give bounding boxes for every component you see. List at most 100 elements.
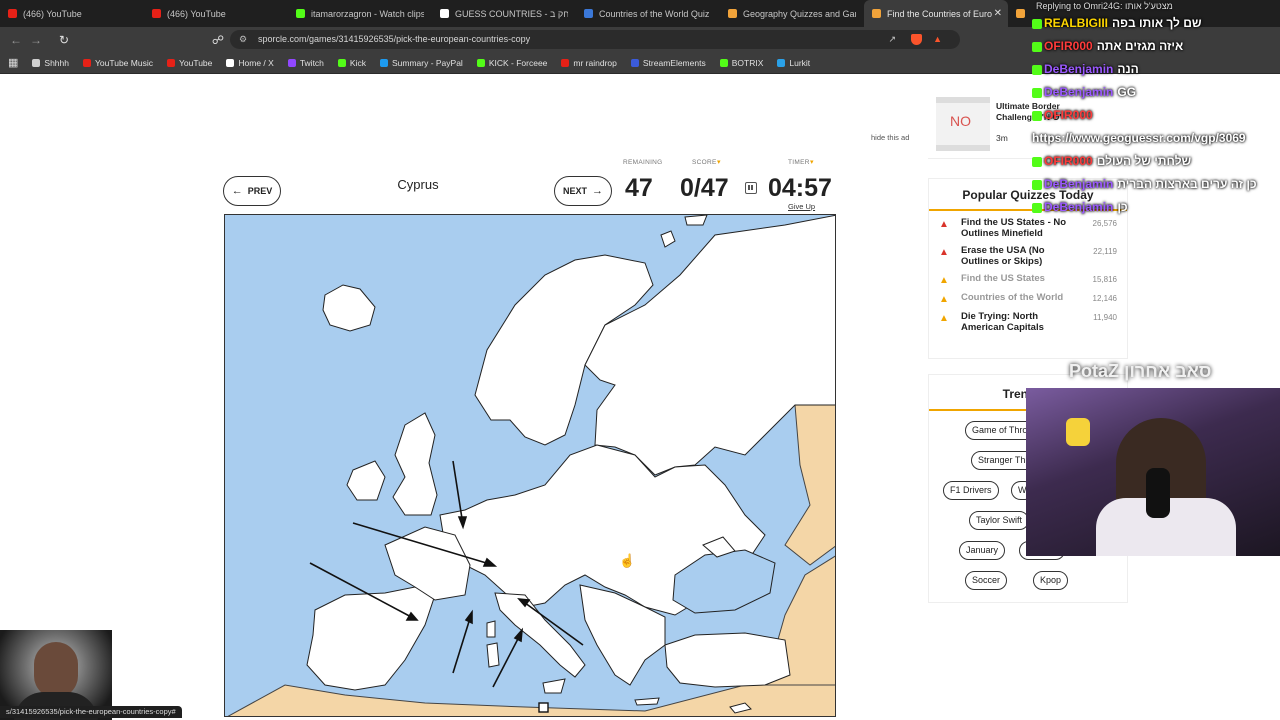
bookmark-item[interactable]: Summary - PayPal	[379, 57, 463, 68]
iberian-peninsula[interactable]	[306, 586, 436, 691]
prev-button[interactable]: ← PREV	[223, 176, 281, 206]
browser-tab[interactable]: Countries of the World Quiz	[576, 0, 720, 27]
popular-quiz-item[interactable]: ▲ Erase the USA (No Outlines or Skips) 22,…	[929, 245, 1127, 267]
bookmark-star-icon[interactable]: ☍	[208, 33, 228, 47]
webcam-feed	[1026, 388, 1280, 556]
chat-text: איזה מגזים אתה	[1096, 39, 1184, 53]
plush-toy-icon	[1066, 418, 1090, 446]
brave-rewards-icon[interactable]: ▲	[933, 30, 942, 49]
bookmark-icon	[287, 58, 296, 67]
great-britain[interactable]	[392, 412, 438, 516]
bookmark-item[interactable]: Twitch	[287, 58, 324, 68]
apps-grid-icon[interactable]: ▦	[8, 56, 18, 69]
sardinia[interactable]	[486, 642, 500, 668]
next-label: NEXT	[562, 186, 587, 196]
chat-text: שם לך אותו בפה	[1112, 16, 1202, 30]
browser-tab[interactable]: Geography Quizzes and Games	[720, 0, 864, 27]
bookmark-item[interactable]: KICK - Forceee	[476, 58, 547, 68]
chat-message: DeBenjamin הנה	[1032, 62, 1280, 76]
bookmark-item[interactable]: BOTRIX	[719, 58, 763, 68]
brave-shield-icon[interactable]	[911, 34, 922, 45]
bookmark-item[interactable]: Home / X	[226, 58, 274, 68]
chat-badge-icon	[1032, 156, 1042, 167]
trending-tag[interactable]: F1 Drivers	[943, 481, 999, 500]
chat-username: OFIR000	[1044, 154, 1093, 168]
give-up-link[interactable]: Give Up	[788, 202, 815, 211]
share-icon[interactable]: ↗	[888, 30, 896, 49]
chat-badge-icon	[1032, 179, 1042, 190]
europe-map[interactable]	[224, 214, 836, 717]
popular-quiz-count: 11,940	[1093, 313, 1117, 322]
pause-icon[interactable]	[745, 182, 757, 194]
site-info-icon[interactable]: ⚙	[239, 30, 247, 49]
tab-favicon	[584, 9, 593, 18]
chat-message: OFIR000	[1032, 108, 1280, 122]
browser-tab[interactable]: Find the Countries of Euro ✕	[864, 0, 1008, 27]
popular-quiz-item[interactable]: ▲ Countries of the World 12,146	[929, 292, 1127, 305]
ireland[interactable]	[346, 460, 386, 501]
popular-quizzes-list: ▲ Find the US States - No Outlines Minefi…	[929, 217, 1127, 333]
bookmark-item[interactable]: StreamElements	[630, 58, 706, 68]
forward-icon[interactable]: →	[26, 33, 46, 47]
bookmark-icon	[337, 58, 346, 67]
bookmark-item[interactable]: Kick	[337, 57, 366, 68]
malta-marker[interactable]	[538, 702, 549, 713]
score-dropdown-icon[interactable]: ▾	[717, 158, 721, 166]
trending-tag[interactable]: January	[959, 541, 1006, 560]
popular-quiz-name: Countries of the World	[961, 292, 1064, 303]
popular-quiz-item[interactable]: ▲ Die Trying: North American Capitals 11,9…	[929, 311, 1127, 333]
tab-close-icon[interactable]: ✕	[994, 8, 1002, 19]
trending-tag[interactable]: Taylor Swift	[969, 511, 1030, 530]
chat-badge-icon	[1032, 202, 1042, 213]
corsica[interactable]	[486, 620, 496, 638]
current-country: Cyprus	[397, 177, 439, 192]
bookmark-icon	[777, 58, 786, 67]
arctic-island-2[interactable]	[684, 215, 708, 226]
bookmark-item[interactable]: Lurkit	[777, 58, 810, 68]
chat-text: כן	[1117, 200, 1128, 214]
bookmark-icon	[630, 58, 639, 67]
chat-message: https://www.geoguessr.com/vgp/3069	[1032, 131, 1280, 145]
tab-label: Find the Countries of Euro	[887, 8, 993, 19]
popular-quiz-item[interactable]: ▲ Find the US States 15,816	[929, 273, 1127, 286]
back-icon[interactable]: ←	[6, 33, 26, 47]
hide-ad-link[interactable]: hide this ad	[871, 133, 909, 142]
browser-tab[interactable]: (466) YouTube	[144, 0, 288, 27]
trending-tag[interactable]: Soccer	[965, 571, 1008, 590]
microphone-icon	[1146, 468, 1170, 518]
browser-tab[interactable]: GUESS COUNTRIES - המשחק ב	[432, 0, 576, 27]
europe-map-svg[interactable]	[225, 215, 836, 717]
trending-tag[interactable]: Kpop	[1033, 571, 1069, 590]
crete[interactable]	[634, 697, 660, 706]
bookmark-icon	[226, 58, 235, 67]
prev-label: PREV	[247, 186, 273, 196]
timer-label: TIMER	[788, 159, 810, 166]
tab-label: Countries of the World Quiz	[599, 8, 710, 19]
tab-label: GUESS COUNTRIES - המשחק ב	[455, 8, 568, 19]
timer-dropdown-icon[interactable]: ▾	[810, 158, 814, 166]
arctic-island[interactable]	[660, 230, 676, 248]
bookmark-item[interactable]: YouTube	[166, 58, 212, 68]
bookmark-label: Summary - PayPal	[391, 57, 463, 68]
bookmark-icon	[83, 58, 91, 67]
bookmark-item[interactable]: mr raindrop	[561, 58, 617, 68]
arrow-left-icon: ←	[231, 185, 243, 197]
url-field[interactable]: ⚙ sporcle.com/games/31415926535/pick-the…	[230, 30, 960, 49]
reload-icon[interactable]: ↻	[54, 33, 74, 47]
remaining-count: 47	[625, 174, 653, 202]
chat-badge-icon	[1032, 41, 1042, 52]
next-button[interactable]: NEXT →	[554, 176, 612, 206]
chat-badge-icon	[1032, 87, 1042, 98]
iceland[interactable]	[322, 284, 376, 332]
chat-badge-icon	[1032, 64, 1042, 75]
sicily[interactable]	[542, 678, 566, 694]
turkey[interactable]	[664, 632, 791, 688]
italy[interactable]	[494, 592, 586, 678]
caucasus-land	[784, 404, 835, 566]
bookmark-label: Kick	[349, 57, 366, 68]
chat-text: https://www.geoguessr.com/vgp/3069	[1032, 131, 1246, 145]
bookmark-item[interactable]: YouTube Music	[83, 58, 153, 68]
browser-tab[interactable]: (466) YouTube	[0, 0, 144, 27]
browser-tab[interactable]: itamarorzagron - Watch clips o	[288, 0, 432, 27]
bookmark-item[interactable]: Shhhh	[32, 58, 69, 68]
